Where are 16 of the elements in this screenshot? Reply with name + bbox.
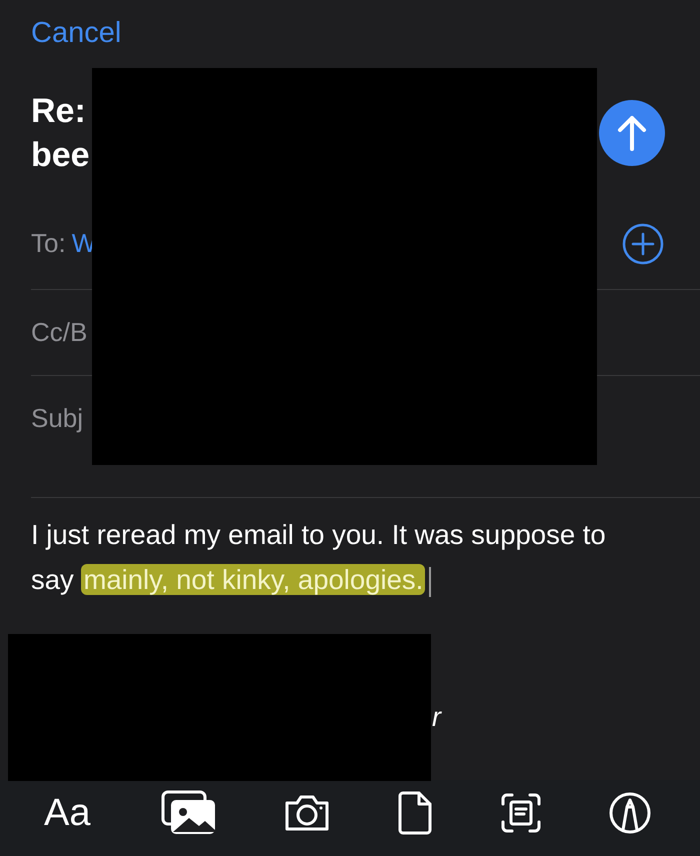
field-label: Subj <box>31 402 84 435</box>
add-contact-icon[interactable] <box>622 222 664 264</box>
subject-heading: bee <box>31 135 90 176</box>
photos-icon[interactable] <box>160 790 217 836</box>
field-label: Cc/B <box>31 316 88 349</box>
signature-text: r <box>432 700 441 734</box>
text-format-button[interactable]: Aa <box>40 794 94 832</box>
document-icon[interactable] <box>397 790 434 836</box>
scan-document-icon[interactable] <box>500 792 542 834</box>
message-body[interactable]: I just reread my email to you. It was suppose to say mainly, not kinky, apologies. <box>31 512 618 602</box>
subject-heading: Re: <box>31 91 87 132</box>
up-arrow-icon <box>617 115 647 151</box>
markup-pen-icon[interactable] <box>608 791 652 835</box>
field-label: To: <box>31 227 66 260</box>
camera-icon[interactable] <box>283 793 332 833</box>
cancel-button[interactable]: Cancel <box>31 12 122 56</box>
